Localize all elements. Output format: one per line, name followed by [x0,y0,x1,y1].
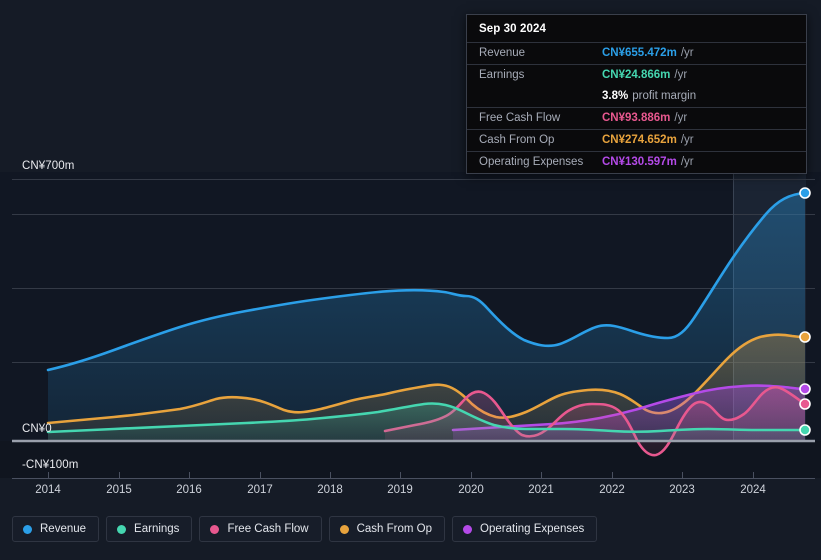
tooltip-value-revenue: CN¥655.472m [602,47,677,59]
chart-tooltip: Sep 30 2024 Revenue CN¥655.472m /yr Earn… [466,14,807,174]
tooltip-unit-free-cash-flow: /yr [674,112,688,124]
legend-item-revenue[interactable]: Revenue [12,516,100,542]
tooltip-profit-margin-value: 3.8% [602,90,629,102]
tooltip-date: Sep 30 2024 [479,23,546,35]
legend-item-earnings[interactable]: Earnings [106,516,193,542]
legend-dot-icon [210,524,220,534]
free-cash-flow-endpoint-marker [799,398,811,410]
x-axis-label: 2023 [669,484,695,496]
x-axis-label: 2021 [528,484,554,496]
x-axis-label: 2020 [458,484,484,496]
legend-dot-icon [463,524,473,534]
tooltip-label-earnings: Earnings [479,69,525,81]
tooltip-value-operating-expenses: CN¥130.597m [602,156,677,168]
x-axis-label: 2024 [740,484,766,496]
y-axis-bottom-label: -CN¥100m [22,459,79,471]
legend-item-operating-expenses[interactable]: Operating Expenses [452,516,598,542]
x-axis-label: 2018 [317,484,343,496]
legend-dot-icon [339,524,349,534]
tooltip-row-free-cash-flow: Free Cash Flow CN¥93.886m /yr [467,107,806,129]
tooltip-row-profit-margin: 3.8% profit margin [467,86,806,107]
legend-label-revenue: Revenue [40,523,87,535]
x-axis-label: 2014 [35,484,61,496]
tooltip-label-revenue: Revenue [479,47,526,59]
operating-expenses-endpoint-marker [799,383,811,395]
x-axis-label: 2015 [106,484,132,496]
tooltip-label-free-cash-flow: Free Cash Flow [479,112,561,124]
legend-label-free-cash-flow: Free Cash Flow [227,523,309,535]
y-axis-top-label: CN¥700m [22,160,75,172]
tooltip-unit-cash-from-op: /yr [680,134,694,146]
tooltip-value-earnings: CN¥24.866m [602,69,671,81]
tooltip-label-cash-from-op: Cash From Op [479,134,555,146]
legend-dot-icon [117,524,127,534]
tooltip-value-cash-from-op: CN¥274.652m [602,134,677,146]
legend-item-free-cash-flow[interactable]: Free Cash Flow [199,516,322,542]
x-axis-label: 2022 [599,484,625,496]
revenue-endpoint-marker [799,187,811,199]
tooltip-row-operating-expenses: Operating Expenses CN¥130.597m /yr [467,151,806,173]
x-axis-labels: 2014 2015 2016 2017 2018 2019 2020 2021 … [0,484,821,502]
x-axis-label: 2017 [247,484,273,496]
negative-zone-background [0,441,821,478]
tooltip-profit-margin-text: profit margin [632,90,697,102]
tooltip-value-free-cash-flow: CN¥93.886m [602,112,671,124]
cash-from-op-endpoint-marker [799,331,811,343]
legend-label-earnings: Earnings [134,523,180,535]
tooltip-row-earnings: Earnings CN¥24.866m /yr [467,64,806,86]
financial-chart-page: CN¥700m CN¥0 -CN¥100m 2014 2015 2016 201… [0,0,821,560]
x-axis-label: 2019 [387,484,413,496]
legend-item-cash-from-op[interactable]: Cash From Op [328,516,446,542]
tooltip-row-revenue: Revenue CN¥655.472m /yr [467,42,806,64]
tooltip-unit-earnings: /yr [674,69,688,81]
tooltip-label-operating-expenses: Operating Expenses [479,156,584,168]
tooltip-unit-revenue: /yr [680,47,694,59]
chart-legend: Revenue Earnings Free Cash Flow Cash Fro… [12,516,598,542]
earnings-endpoint-marker [799,424,811,436]
x-axis-label: 2016 [176,484,202,496]
legend-dot-icon [23,524,32,534]
legend-label-cash-from-op: Cash From Op [356,523,433,535]
tooltip-unit-operating-expenses: /yr [680,156,694,168]
y-axis-zero-label: CN¥0 [22,423,52,435]
tooltip-row-cash-from-op: Cash From Op CN¥274.652m /yr [467,129,806,151]
legend-label-operating-expenses: Operating Expenses [480,523,585,535]
